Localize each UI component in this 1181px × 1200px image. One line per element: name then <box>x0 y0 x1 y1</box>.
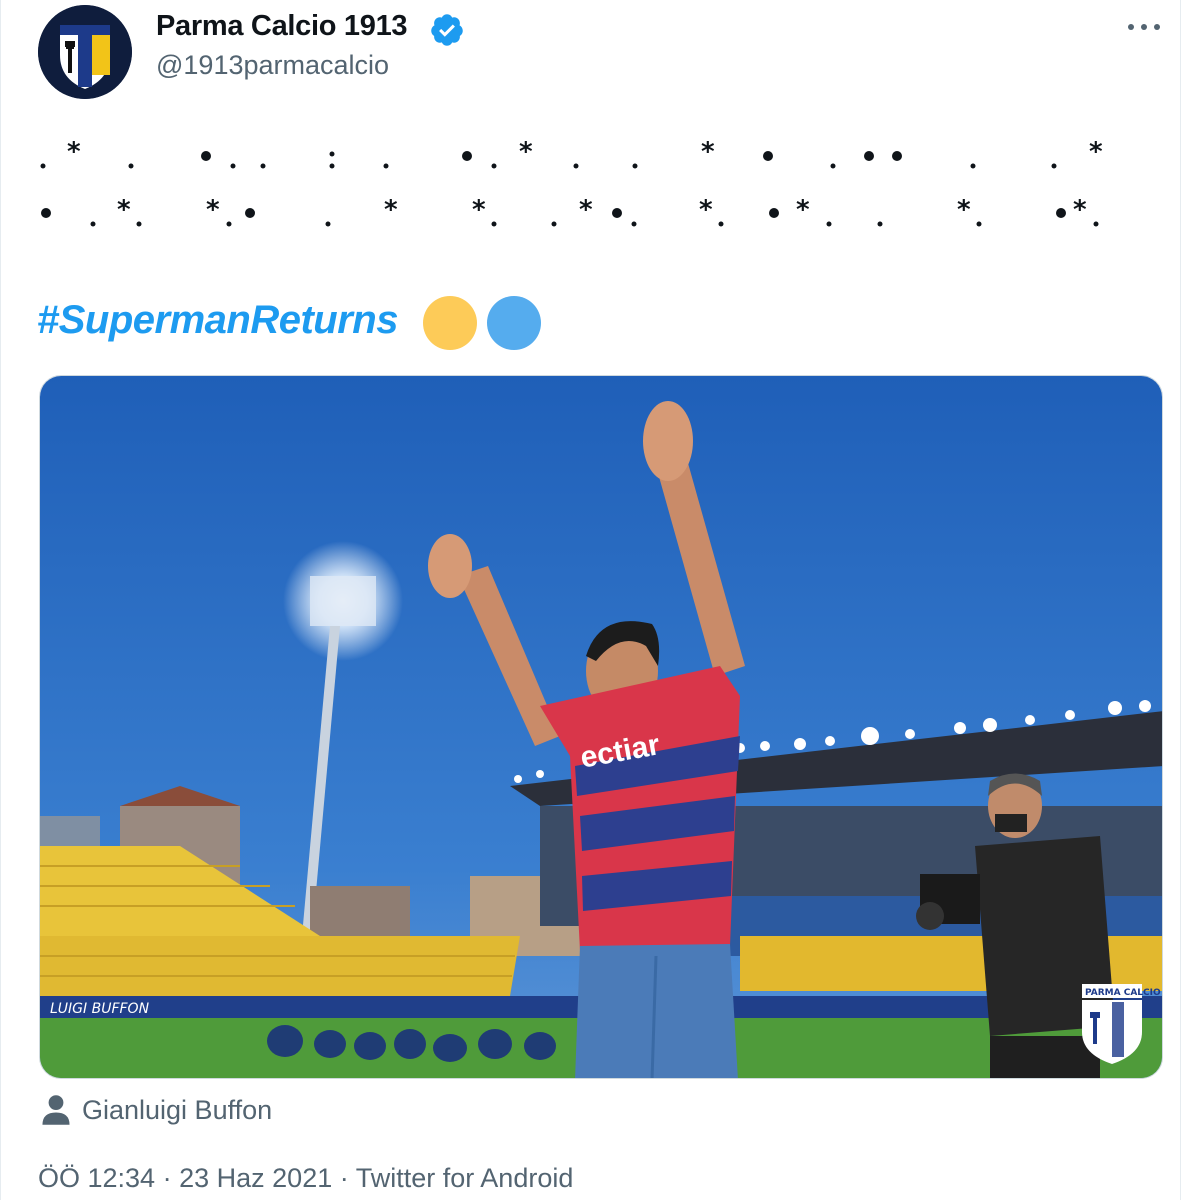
separator: · <box>339 1163 349 1193</box>
tweet-metadata: ÖÖ 12:34 · 23 Haz 2021 · Twitter for And… <box>38 1163 573 1194</box>
verified-badge-icon <box>431 14 463 46</box>
blue-heart-emoji <box>487 296 541 350</box>
more-options-icon[interactable] <box>1124 17 1164 39</box>
svg-text:*: * <box>579 195 593 225</box>
author-avatar[interactable] <box>38 5 132 99</box>
tweet-date[interactable]: 23 Haz 2021 <box>179 1163 332 1193</box>
svg-text:*: * <box>519 137 533 167</box>
author-handle[interactable]: @1913parmacalcio <box>156 50 389 81</box>
author-name[interactable]: Parma Calcio 1913 <box>156 10 408 43</box>
svg-text:*: * <box>957 195 971 225</box>
tweet-time[interactable]: ÖÖ 12:34 <box>38 1163 155 1193</box>
svg-text:*: * <box>472 195 486 225</box>
svg-text:LUIGI BUFFON: LUIGI BUFFON <box>50 1001 150 1017</box>
svg-text:*: * <box>1073 195 1087 225</box>
yellow-heart-emoji <box>423 296 477 350</box>
svg-text:*: * <box>117 195 131 225</box>
hashtag-link[interactable]: #SupermanReturns <box>37 298 398 343</box>
svg-text:*: * <box>206 195 220 225</box>
emoji-row-1: * * * * <box>40 137 1103 169</box>
tweet-source[interactable]: Twitter for Android <box>356 1163 574 1193</box>
svg-text:*: * <box>796 195 810 225</box>
svg-text:*: * <box>1089 137 1103 167</box>
svg-text:*: * <box>67 137 81 167</box>
svg-text:*: * <box>384 195 398 225</box>
svg-text:PARMA CALCIO: PARMA CALCIO <box>1085 988 1161 998</box>
tweet-card: Parma Calcio 1913 @1913parmacalcio * * *… <box>0 0 1181 1200</box>
tagged-person-name: Gianluigi Buffon <box>82 1095 273 1125</box>
parma-crest-icon <box>38 5 132 99</box>
tweet-photo[interactable]: LUIGI BUFFON ectiar PARMA CALCIO <box>39 375 1163 1079</box>
person-icon <box>42 1095 70 1125</box>
separator: · <box>162 1163 172 1193</box>
svg-text:*: * <box>701 137 715 167</box>
svg-text:*: * <box>699 195 713 225</box>
emoji-row-2: * * * * * * * * * <box>41 195 1099 227</box>
stadium-illustration: LUIGI BUFFON ectiar PARMA CALCIO <box>40 376 1162 1078</box>
